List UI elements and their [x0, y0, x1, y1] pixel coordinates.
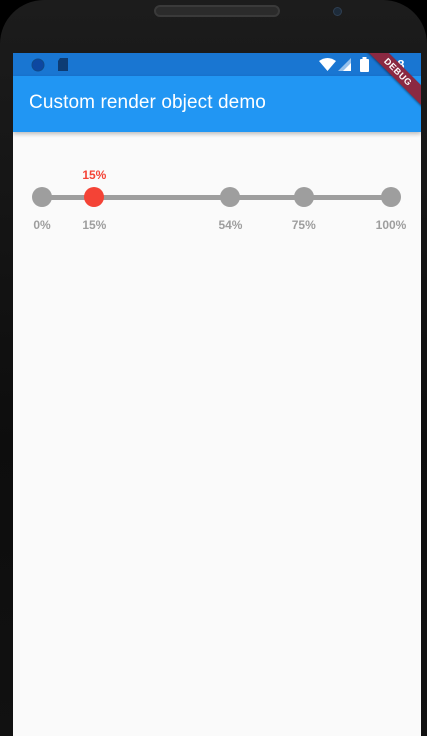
slider-knob[interactable] [84, 187, 105, 207]
page-title: Custom render object demo [29, 92, 266, 113]
phone-frame: 48 Custom render object demo DEBUG 15% 0… [0, 0, 427, 736]
wifi-icon [319, 58, 336, 71]
slider-knob[interactable] [293, 187, 314, 207]
slider-tick-label: 0% [33, 218, 51, 232]
app-bar: Custom render object demo [13, 76, 421, 132]
battery-icon [360, 57, 369, 72]
custom-slider[interactable]: 15% 0% 15% 54% 75% 100% [13, 133, 421, 253]
slider-knob[interactable] [32, 187, 52, 207]
slider-knob[interactable] [381, 187, 401, 207]
slider-knob[interactable] [220, 187, 241, 207]
signal-icon [338, 58, 351, 71]
current-value-label: 15% [82, 168, 107, 182]
slider-tick-label: 54% [218, 218, 243, 232]
status-bar: 48 [13, 53, 421, 76]
sd-card-icon [58, 58, 68, 71]
slider-tick-label: 15% [82, 218, 107, 232]
notification-dot-icon [31, 58, 45, 72]
screen: 48 Custom render object demo DEBUG 15% 0… [13, 53, 421, 736]
front-camera [333, 7, 342, 16]
slider-tick-label: 100% [375, 218, 407, 232]
slider-tick-label: 75% [291, 218, 316, 232]
earpiece [154, 5, 280, 17]
